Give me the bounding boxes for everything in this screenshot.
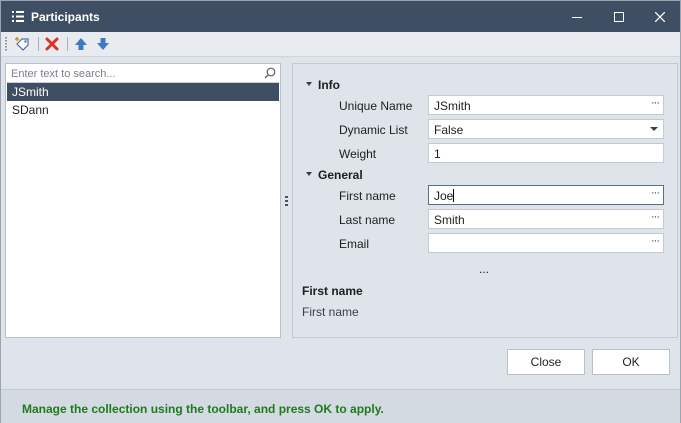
property-value: JSmith [434, 99, 471, 113]
property-value: Smith [434, 213, 465, 227]
chevron-down-icon[interactable] [306, 172, 312, 176]
ellipsis-button[interactable]: ··· [651, 211, 660, 223]
property-value: 1 [434, 147, 441, 161]
toolbar [1, 32, 680, 57]
arrow-down-icon [97, 38, 109, 50]
arrow-up-icon [75, 38, 87, 50]
email-field[interactable]: ··· [428, 233, 664, 253]
property-grid: Info Unique Name JSmith ··· Dynamic List… [292, 63, 678, 338]
delete-item-button[interactable] [43, 35, 61, 53]
search-box [7, 65, 279, 83]
chevron-down-icon[interactable] [650, 127, 658, 131]
category-label: Info [318, 78, 340, 92]
search-input[interactable] [7, 65, 261, 82]
delete-x-icon [45, 37, 59, 51]
first-name-field[interactable]: Joe ··· [428, 185, 664, 205]
more-properties-button[interactable]: ... [479, 262, 489, 276]
panel-splitter[interactable] [285, 196, 288, 208]
add-tag-icon [15, 37, 29, 51]
status-bar: Manage the collection using the toolbar,… [1, 389, 680, 423]
move-down-button[interactable] [94, 35, 112, 53]
ellipsis-button[interactable]: ··· [651, 97, 660, 109]
property-label: First name [339, 189, 396, 203]
property-label: Dynamic List [339, 123, 408, 137]
close-button[interactable]: Close [507, 349, 585, 375]
toolbar-grip[interactable] [5, 37, 7, 51]
window-title: Participants [31, 10, 100, 24]
property-label: Weight [339, 147, 377, 161]
close-window-button[interactable] [639, 1, 681, 32]
status-message: Manage the collection using the toolbar,… [22, 402, 384, 416]
close-icon [655, 11, 665, 22]
property-label: Last name [339, 213, 396, 227]
last-name-field[interactable]: Smith ··· [428, 209, 664, 229]
search-icon[interactable] [264, 67, 276, 79]
property-label: Unique Name [339, 99, 413, 113]
maximize-button[interactable] [598, 1, 640, 32]
ok-button[interactable]: OK [592, 349, 670, 375]
add-item-button[interactable] [13, 35, 31, 53]
participants-dialog: Participants Enter text to search... JSm… [0, 0, 681, 423]
title-bar[interactable]: Participants [1, 1, 680, 32]
weight-field[interactable]: 1 [428, 143, 664, 163]
property-value: Joe [434, 189, 455, 203]
property-label: Email [339, 237, 370, 251]
list-item[interactable]: SDann [7, 101, 279, 119]
ellipsis-button[interactable]: ··· [651, 235, 660, 247]
minimize-button[interactable] [556, 1, 598, 32]
collection-list-panel: JSmith SDann [5, 63, 281, 338]
text-cursor [453, 189, 455, 202]
chevron-down-icon[interactable] [306, 82, 312, 86]
description-title: First name [302, 284, 363, 298]
property-value: False [434, 123, 464, 137]
first-name-value: Joe [434, 189, 454, 203]
minimize-icon [572, 16, 582, 18]
unique-name-field[interactable]: JSmith ··· [428, 95, 664, 115]
category-label: General [318, 168, 363, 182]
ellipsis-button[interactable]: ··· [651, 187, 660, 199]
move-up-button[interactable] [72, 35, 90, 53]
list-icon [12, 11, 24, 22]
toolbar-separator [38, 37, 39, 51]
list-item[interactable]: JSmith [7, 83, 279, 101]
dynamic-list-dropdown[interactable]: False [428, 119, 664, 139]
toolbar-separator [67, 37, 68, 51]
maximize-icon [614, 11, 624, 22]
description-text: First name [302, 305, 359, 319]
